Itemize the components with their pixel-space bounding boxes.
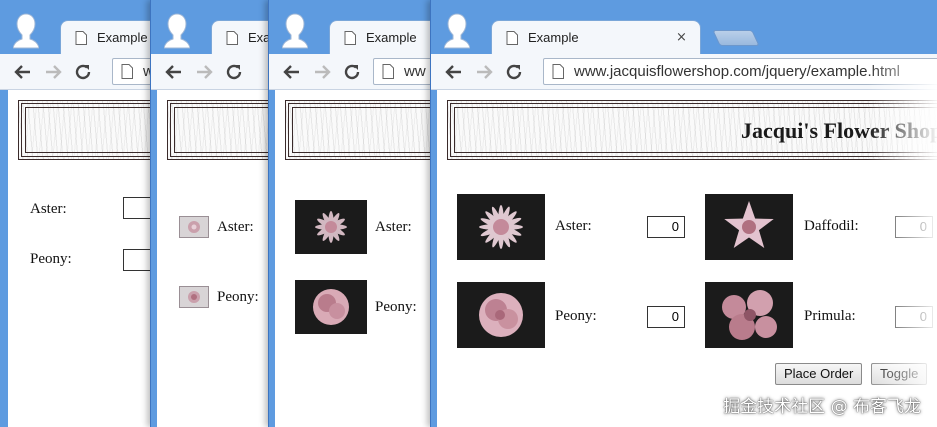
page-icon [552, 64, 564, 79]
browser-toolbar: www.jacquisflowershop.com/jquery/example… [431, 54, 937, 90]
page-content: Aster: Peony: [275, 90, 440, 427]
page-icon [344, 30, 356, 45]
page-content: Aster: Peony: [8, 90, 160, 427]
page-icon [75, 30, 87, 45]
peony-qty-input[interactable]: 0 [647, 306, 685, 328]
browser-window-stage-4: Example × www.jacquisflowershop.com/jque… [430, 0, 937, 427]
flower-label-peony: Peony: [30, 251, 72, 267]
shop-header [285, 100, 440, 160]
page-content: Aster: Peony: [157, 90, 280, 427]
tab-strip: Example [151, 0, 280, 54]
flower-label-daffodil: Daffodil: [804, 218, 859, 234]
back-arrow-icon [14, 64, 30, 79]
back-arrow-icon [165, 64, 181, 79]
forward-button[interactable] [193, 61, 215, 83]
browser-window-stage-2: Example Aster: Peony: [150, 0, 280, 427]
tab-title: Example [97, 30, 148, 45]
peony-flower-image [457, 282, 545, 348]
browser-toolbar [151, 54, 280, 90]
forward-arrow-icon [477, 64, 493, 79]
reload-icon [344, 64, 360, 79]
forward-button[interactable] [311, 61, 333, 83]
page-icon [382, 64, 394, 79]
flower-label-primula: Primula: [804, 308, 856, 324]
flower-label-aster: Aster: [555, 218, 592, 234]
profile-icon[interactable] [443, 12, 471, 50]
daffodil-flower-image [705, 194, 793, 260]
flower-label-peony: Peony: [555, 308, 597, 324]
tab-title: Example [528, 30, 579, 45]
flower-label-aster: Aster: [30, 201, 67, 217]
reload-button[interactable] [341, 61, 363, 83]
toggle-button[interactable]: Toggle [871, 363, 928, 385]
flower-label-aster: Aster: [375, 219, 412, 235]
back-button[interactable] [163, 61, 185, 83]
back-arrow-icon [283, 64, 299, 79]
primula-flower-image [705, 282, 793, 348]
page-icon [506, 30, 518, 45]
aster-flower-image [457, 194, 545, 260]
daffodil-qty-input[interactable]: 0 [895, 216, 933, 238]
new-tab-icon[interactable] [712, 30, 760, 46]
peony-flower-image [295, 280, 367, 334]
flower-label-peony: Peony: [375, 299, 417, 315]
watermark-text: 掘金技术社区 @ 布客飞龙 [723, 397, 921, 417]
place-order-button[interactable]: Place Order [775, 363, 863, 385]
tab-title: Example [366, 30, 417, 45]
tab-strip: Example [0, 0, 160, 54]
page-content: Jacqui's Flower Shop Aster: 0 Daffodil: … [437, 90, 937, 427]
reload-icon [506, 64, 522, 79]
tab-example[interactable]: Example × [491, 20, 701, 54]
forward-arrow-icon [315, 64, 331, 79]
forward-arrow-icon [46, 64, 62, 79]
tab-strip: Example × [431, 0, 937, 54]
flower-label-peony: Peony: [217, 289, 259, 305]
browser-window-stage-3: Example ww Aster: Peony: [268, 0, 440, 427]
tab-strip: Example [269, 0, 440, 54]
browser-window-stage-1: Example ww Aster: Peony: [0, 0, 160, 427]
browser-toolbar: ww [0, 54, 160, 90]
reload-icon [75, 64, 91, 79]
aster-qty-input[interactable]: 0 [647, 216, 685, 238]
shop-header [167, 100, 280, 160]
address-bar[interactable]: www.jacquisflowershop.com/jquery/example… [543, 58, 937, 85]
tab-example[interactable]: Example [329, 20, 440, 54]
back-button[interactable] [12, 61, 34, 83]
url-text: ww [404, 63, 426, 80]
close-icon[interactable]: × [676, 30, 687, 45]
back-arrow-icon [445, 64, 461, 79]
back-button[interactable] [443, 61, 465, 83]
reload-button[interactable] [503, 61, 525, 83]
forward-button[interactable] [42, 61, 64, 83]
profile-icon[interactable] [12, 12, 40, 50]
forward-button[interactable] [473, 61, 495, 83]
reload-button[interactable] [223, 61, 245, 83]
aster-flower-image [179, 216, 209, 238]
flower-label-aster: Aster: [217, 219, 254, 235]
back-button[interactable] [281, 61, 303, 83]
reload-button[interactable] [72, 61, 94, 83]
page-icon [121, 64, 133, 79]
url-text: www.jacquisflowershop.com/jquery/example… [574, 63, 900, 80]
profile-icon[interactable] [281, 12, 309, 50]
page-icon [226, 30, 238, 45]
page-title: Jacqui's Flower Shop [741, 118, 937, 143]
shop-header: Jacqui's Flower Shop [447, 100, 937, 160]
forward-arrow-icon [197, 64, 213, 79]
shop-header [18, 100, 160, 160]
tab-example[interactable]: Example [60, 20, 160, 54]
primula-qty-input[interactable]: 0 [895, 306, 933, 328]
peony-flower-image [179, 286, 209, 308]
profile-icon[interactable] [163, 12, 191, 50]
browser-toolbar: ww [269, 54, 440, 90]
reload-icon [226, 64, 242, 79]
aster-flower-image [295, 200, 367, 254]
